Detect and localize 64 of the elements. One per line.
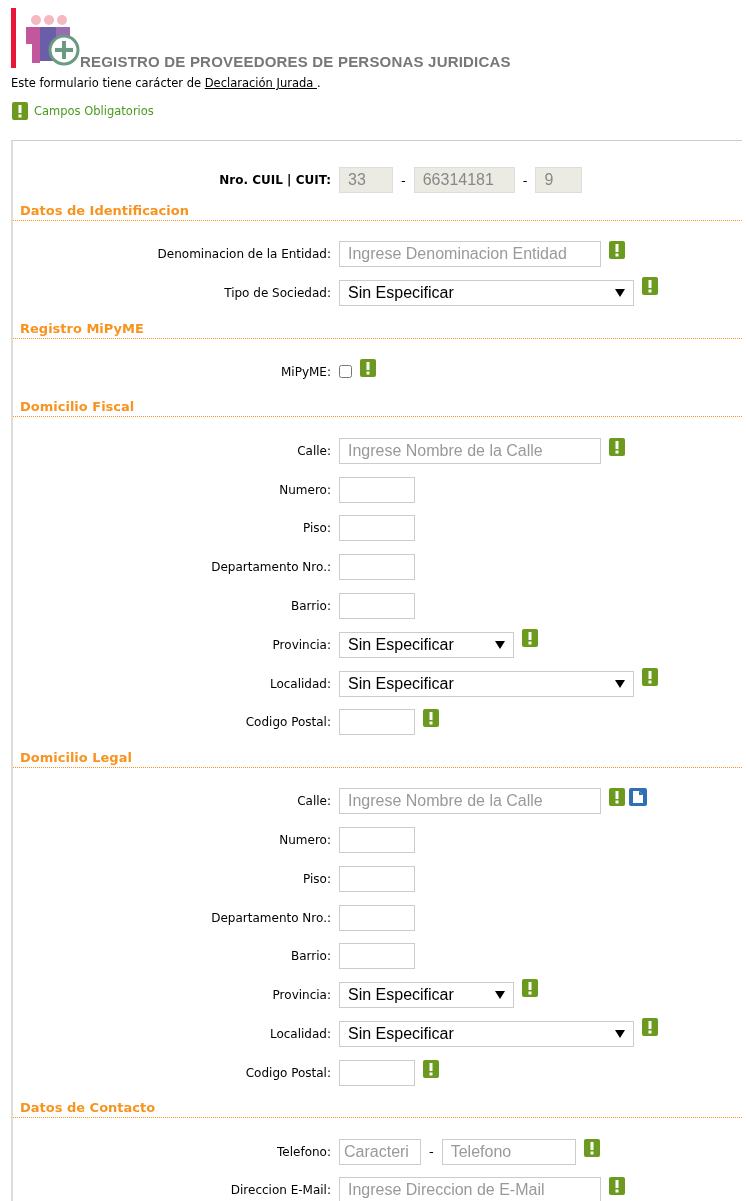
dropdown[interactable]: Sin Especificar xyxy=(339,1020,634,1047)
text-field[interactable]: Ingrese Nombre de la Calle xyxy=(339,788,601,815)
field-label: Telefono: xyxy=(276,1144,332,1159)
phone-field[interactable]: Telefono xyxy=(441,1138,576,1165)
declaration-link[interactable]: Declaración Jurada xyxy=(204,76,317,90)
required-legend: Campos Obligatorios xyxy=(34,104,154,118)
field-label: Provincia: xyxy=(271,637,332,652)
required-icon xyxy=(12,102,28,120)
cuit-label: Nro. CUIL | CUIT: xyxy=(218,173,332,187)
text-field[interactable] xyxy=(339,826,415,853)
field-label: Provincia: xyxy=(271,988,332,1003)
page-title: REGISTRO DE PROVEEDORES DE PERSONAS JURIDICAS xyxy=(80,53,511,70)
text-field[interactable]: Ingrese Nombre de la Calle xyxy=(339,437,601,464)
field-label: Codigo Postal: xyxy=(244,1065,332,1080)
field-label: Calle: xyxy=(296,443,332,458)
caret-icon xyxy=(495,991,505,1000)
text-field[interactable]: Ingrese Direccion de E-Mail xyxy=(339,1177,601,1201)
text-field[interactable] xyxy=(339,1059,415,1086)
dropdown[interactable]: Sin Especificar xyxy=(339,631,514,658)
section-header: Registro MiPyME xyxy=(13,312,742,339)
field-label: Numero: xyxy=(278,482,332,497)
text-field[interactable] xyxy=(339,476,415,503)
field-label: Localidad: xyxy=(268,1026,332,1041)
field-label: Codigo Postal: xyxy=(244,715,332,730)
field-label: Departamento Nro.: xyxy=(210,910,332,925)
section-header: Datos de Identificacion xyxy=(13,195,742,221)
declaration-notice: Este formulario tiene carácter de Declaración Jurada . xyxy=(11,76,322,90)
checkbox[interactable] xyxy=(339,365,352,379)
copy-icon[interactable] xyxy=(629,788,647,807)
dropdown[interactable]: Sin Especificar xyxy=(339,982,514,1009)
dropdown[interactable]: Sin Especificar xyxy=(339,670,634,697)
dropdown[interactable]: Sin Especificar xyxy=(339,280,634,307)
people-add-icon xyxy=(24,14,80,66)
field-label: Barrio: xyxy=(290,949,332,964)
caret-icon xyxy=(495,640,505,649)
caret-icon xyxy=(615,289,625,298)
field-label: Departamento Nro.: xyxy=(210,560,332,575)
field-label: Denominacion de la Entidad: xyxy=(156,247,332,262)
separator: - xyxy=(522,172,528,188)
text-field[interactable] xyxy=(339,554,415,581)
field-label: Piso: xyxy=(302,871,332,886)
field-label: Tipo de Sociedad: xyxy=(223,286,332,301)
separator: - xyxy=(401,172,406,188)
section-header: Domicilio Legal xyxy=(13,741,742,768)
field-label: MiPyME: xyxy=(280,365,332,379)
text-field[interactable] xyxy=(339,592,415,619)
field-label: Calle: xyxy=(296,794,332,809)
section-header: Datos de Contacto xyxy=(13,1092,742,1119)
area-code-field[interactable]: Caracteri xyxy=(339,1138,421,1165)
text-field[interactable] xyxy=(339,943,415,970)
separator: - xyxy=(429,1144,434,1160)
caret-icon xyxy=(615,1029,625,1038)
text-field[interactable] xyxy=(339,904,415,931)
field-label: Barrio: xyxy=(290,598,332,613)
field-label: Piso: xyxy=(302,521,332,536)
section-header: Domicilio Fiscal xyxy=(13,391,742,418)
field-label: Localidad: xyxy=(268,676,332,691)
field-label: Numero: xyxy=(278,832,332,847)
text-field[interactable] xyxy=(339,515,415,542)
field-label: Direccion E-Mail: xyxy=(229,1183,332,1198)
text-field[interactable]: Ingrese Denominacion Entidad xyxy=(339,241,601,268)
text-field[interactable] xyxy=(339,865,415,892)
text-field[interactable] xyxy=(339,709,415,736)
caret-icon xyxy=(615,679,625,688)
